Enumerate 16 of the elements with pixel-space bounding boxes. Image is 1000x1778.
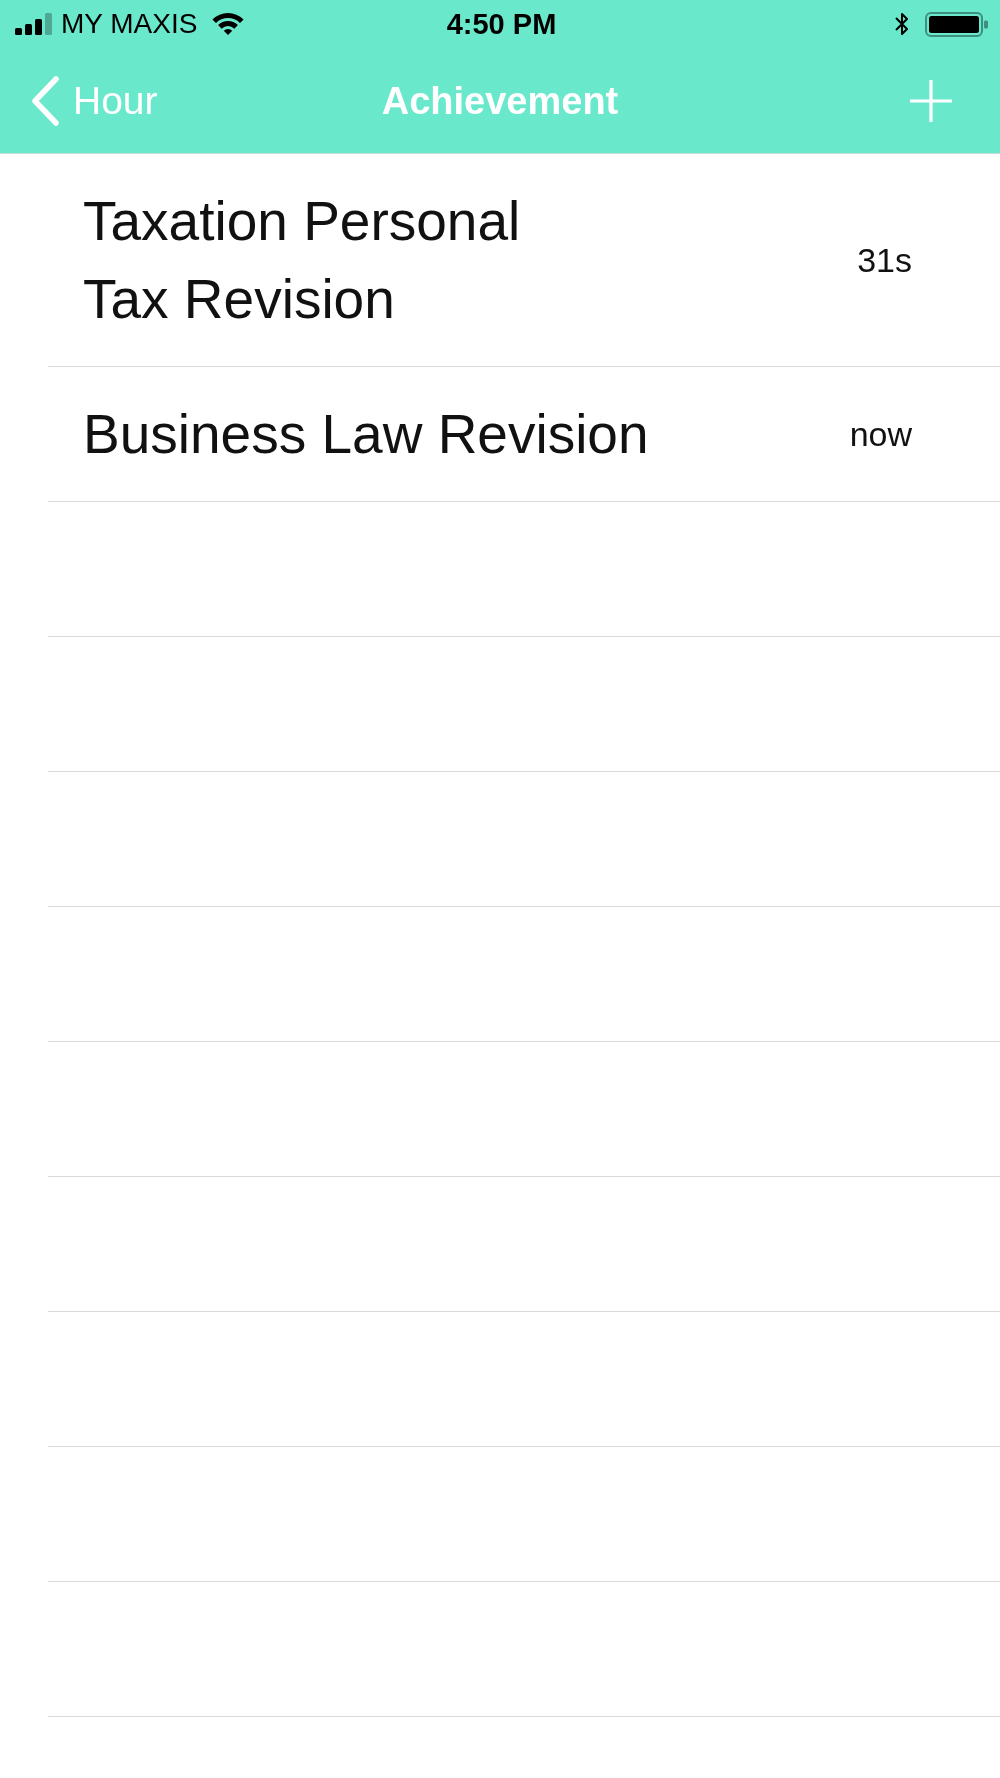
status-time: 4:50 PM <box>446 8 557 40</box>
nav-title: Achievement <box>381 78 619 124</box>
plus-icon <box>910 79 952 122</box>
bluetooth-icon <box>893 11 911 37</box>
task-title: Business Law Revision <box>83 402 649 467</box>
task-row[interactable]: Business Law Revision now <box>48 367 1000 502</box>
task-title: Taxation Personal Tax Revision <box>83 189 521 332</box>
task-time: now <box>849 414 912 454</box>
chevron-left-icon <box>31 75 60 126</box>
wifi-icon <box>211 12 246 36</box>
add-button[interactable] <box>910 79 952 122</box>
carrier-name: MY MAXIS <box>61 8 198 40</box>
signal-icon <box>15 13 52 35</box>
task-row[interactable]: Taxation Personal Tax Revision 31s <box>48 154 1000 367</box>
task-time: 31s <box>857 240 912 280</box>
battery-icon <box>925 11 988 37</box>
